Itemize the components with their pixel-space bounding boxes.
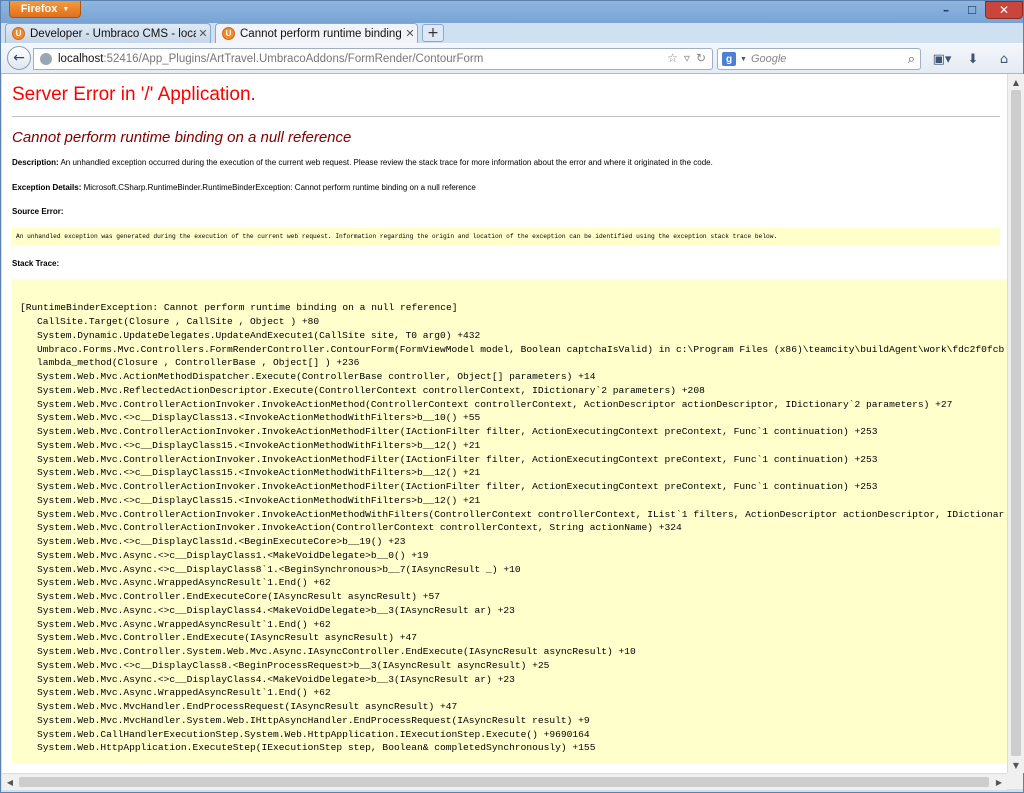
bookmarks-menu-icon[interactable]: ▣▾ [929, 49, 955, 69]
bookmark-star-icon[interactable]: ☆ [667, 51, 678, 65]
tab-label: Developer - Umbraco CMS - localhost [30, 27, 196, 40]
umbraco-favicon-icon: U [12, 27, 25, 40]
stack-trace-line: System.Web.Mvc.Async.<>c__DisplayClass4.… [37, 604, 515, 616]
home-icon[interactable]: ⌂ [993, 49, 1015, 69]
google-search-engine-icon[interactable]: g [722, 52, 736, 66]
stack-trace-line: System.Web.Mvc.<>c__DisplayClass8.<Begin… [37, 659, 550, 671]
stack-trace-line: System.Web.Mvc.Async.WrappedAsyncResult`… [37, 577, 331, 589]
stack-trace-line: System.Web.Mvc.<>c__DisplayClass1d.<Begi… [37, 536, 406, 547]
stack-trace-header: [RuntimeBinderException: Cannot perform … [20, 302, 458, 313]
stack-trace-line: System.Web.Mvc.<>c__DisplayClass13.<Invo… [37, 412, 481, 424]
stack-trace-line: System.Web.HttpApplication.ExecuteStep(I… [37, 742, 596, 754]
title-bar: Firefox ▼ – ☐ ✕ [1, 1, 1023, 23]
tab-close-icon[interactable]: ✕ [403, 27, 417, 40]
stack-trace-heading: Stack Trace: [12, 259, 59, 268]
tab-umbraco-developer[interactable]: U Developer - Umbraco CMS - localhost ✕ [5, 23, 211, 43]
tab-error-page[interactable]: U Cannot perform runtime binding on ... … [215, 23, 418, 43]
downloads-icon[interactable]: ⬇ [963, 49, 983, 69]
exception-details-paragraph: Exception Details: Microsoft.CSharp.Runt… [12, 183, 476, 192]
stack-trace-line: System.Web.Mvc.ControllerActionInvoker.I… [37, 522, 682, 534]
scroll-up-arrow-icon[interactable]: ▲ [1008, 74, 1024, 90]
search-icon[interactable]: ⌕ [908, 51, 915, 67]
source-error-box: An unhandled exception was generated dur… [12, 228, 1000, 245]
horizontal-scroll-thumb[interactable] [19, 777, 989, 787]
url-path: :52416/App_Plugins/ArtTravel.UmbracoAddo… [103, 53, 484, 65]
navigation-toolbar: ← localhost :52416/App_Plugins/ArtTravel… [1, 43, 1023, 74]
maximize-button[interactable]: ☐ [959, 1, 985, 19]
stack-trace-line: System.Web.Mvc.<>c__DisplayClass15.<Invo… [37, 439, 481, 451]
description-text: An unhandled exception occurred during t… [58, 158, 713, 167]
exception-label: Exception Details: [12, 183, 82, 192]
search-box[interactable]: g ▼ Google ⌕ [717, 48, 921, 70]
tab-close-icon[interactable]: ✕ [196, 27, 210, 40]
source-error-label: Source Error: [12, 207, 64, 216]
tab-bar: U Developer - Umbraco CMS - localhost ✕ … [1, 23, 1023, 43]
page-content: Server Error in '/' Application. Cannot … [2, 74, 1007, 773]
stack-trace-line: System.Web.Mvc.Controller.EndExecuteCore… [37, 591, 441, 602]
stack-trace-line: System.Web.Mvc.Controller.System.Web.Mvc… [37, 646, 636, 657]
stack-trace-line: System.Web.Mvc.Async.<>c__DisplayClass1.… [37, 549, 429, 561]
stack-trace-label: Stack Trace: [12, 259, 60, 268]
scroll-down-arrow-icon[interactable]: ▼ [1008, 757, 1024, 773]
stack-trace-line: System.Web.Mvc.ControllerActionInvoker.I… [37, 426, 878, 437]
new-tab-button[interactable]: + [422, 24, 444, 42]
stack-trace-line: System.Web.Mvc.Async.WrappedAsyncResult`… [37, 618, 331, 630]
stack-trace-line: System.Web.Mvc.ReflectedActionDescriptor… [37, 384, 705, 396]
description-paragraph: Description: An unhandled exception occu… [12, 158, 713, 167]
dropdown-arrow-icon: ▼ [62, 5, 70, 13]
vertical-scroll-thumb[interactable] [1011, 90, 1021, 756]
stack-trace-line: System.Web.Mvc.ControllerActionInvoker.I… [37, 508, 1005, 520]
close-window-button[interactable]: ✕ [985, 1, 1023, 19]
minimize-button[interactable]: – [933, 1, 959, 19]
stack-trace-line: System.Web.Mvc.ActionMethodDispatcher.Ex… [37, 371, 596, 382]
firefox-menu-label: Firefox [20, 3, 58, 15]
stack-trace-line: System.Web.Mvc.ControllerActionInvoker.I… [37, 481, 878, 492]
address-bar[interactable]: localhost :52416/App_Plugins/ArtTravel.U… [33, 48, 713, 70]
back-button[interactable]: ← [7, 46, 31, 70]
vertical-scrollbar[interactable]: ▲ ▼ [1007, 74, 1024, 773]
stack-trace-line: System.Web.Mvc.ControllerActionInvoker.I… [37, 453, 878, 465]
exception-text: Microsoft.CSharp.RuntimeBinder.RuntimeBi… [81, 183, 476, 192]
description-label: Description: [12, 158, 59, 167]
divider [12, 116, 1000, 117]
browser-window: Firefox ▼ – ☐ ✕ U Developer - Umbraco CMS… [0, 0, 1024, 793]
horizontal-scrollbar[interactable]: ◀ ▶ [2, 773, 1007, 790]
stack-trace-line: System.Web.Mvc.Async.<>c__DisplayClass4.… [37, 673, 515, 685]
stack-trace-line: System.Web.Mvc.Controller.EndExecute(IAs… [37, 632, 417, 644]
error-subtitle: Cannot perform runtime binding on a null… [12, 129, 352, 146]
reload-icon[interactable]: ↻ [696, 51, 706, 65]
umbraco-favicon-icon: U [222, 27, 235, 40]
stack-trace-line: Umbraco.Forms.Mvc.Controllers.FormRender… [37, 343, 1005, 355]
globe-icon [40, 53, 52, 65]
page-title: Server Error in '/' Application. [12, 84, 256, 105]
search-engine-dropdown-icon[interactable]: ▼ [740, 56, 747, 63]
stack-trace-line: CallSite.Target(Closure , CallSite , Obj… [37, 316, 320, 327]
stack-trace-line: System.Web.Mvc.<>c__DisplayClass15.<Invo… [37, 467, 481, 479]
stack-trace-line: lambda_method(Closure , ControllerBase ,… [37, 357, 360, 369]
search-placeholder: Google [750, 53, 787, 65]
stack-trace-line: System.Web.Mvc.Async.WrappedAsyncResult`… [37, 687, 331, 699]
scrollbar-corner [1007, 773, 1023, 789]
address-bar-icons: ☆ ▿ ↻ [667, 51, 706, 65]
source-error-heading: Source Error: [12, 207, 64, 216]
stack-trace-box: [RuntimeBinderException: Cannot perform … [12, 279, 1007, 763]
firefox-menu-button[interactable]: Firefox ▼ [9, 1, 81, 18]
history-dropdown-icon[interactable]: ▿ [684, 51, 690, 65]
stack-trace-line: System.Web.CallHandlerExecutionStep.Syst… [37, 728, 590, 740]
stack-trace-line: System.Dynamic.UpdateDelegates.UpdateAnd… [37, 329, 481, 341]
stack-trace-line: System.Web.Mvc.<>c__DisplayClass15.<Invo… [37, 494, 481, 506]
scroll-right-arrow-icon[interactable]: ▶ [991, 774, 1007, 790]
url-host: localhost [58, 53, 104, 65]
stack-trace-line: System.Web.Mvc.MvcHandler.EndProcessRequ… [37, 701, 458, 712]
stack-trace-line: System.Web.Mvc.Async.<>c__DisplayClass8`… [37, 563, 521, 575]
tab-label: Cannot perform runtime binding on ... [240, 27, 403, 40]
stack-trace-line: System.Web.Mvc.ControllerActionInvoker.I… [37, 398, 953, 410]
stack-trace-line: System.Web.Mvc.MvcHandler.System.Web.IHt… [37, 714, 590, 726]
scroll-left-arrow-icon[interactable]: ◀ [2, 774, 18, 790]
